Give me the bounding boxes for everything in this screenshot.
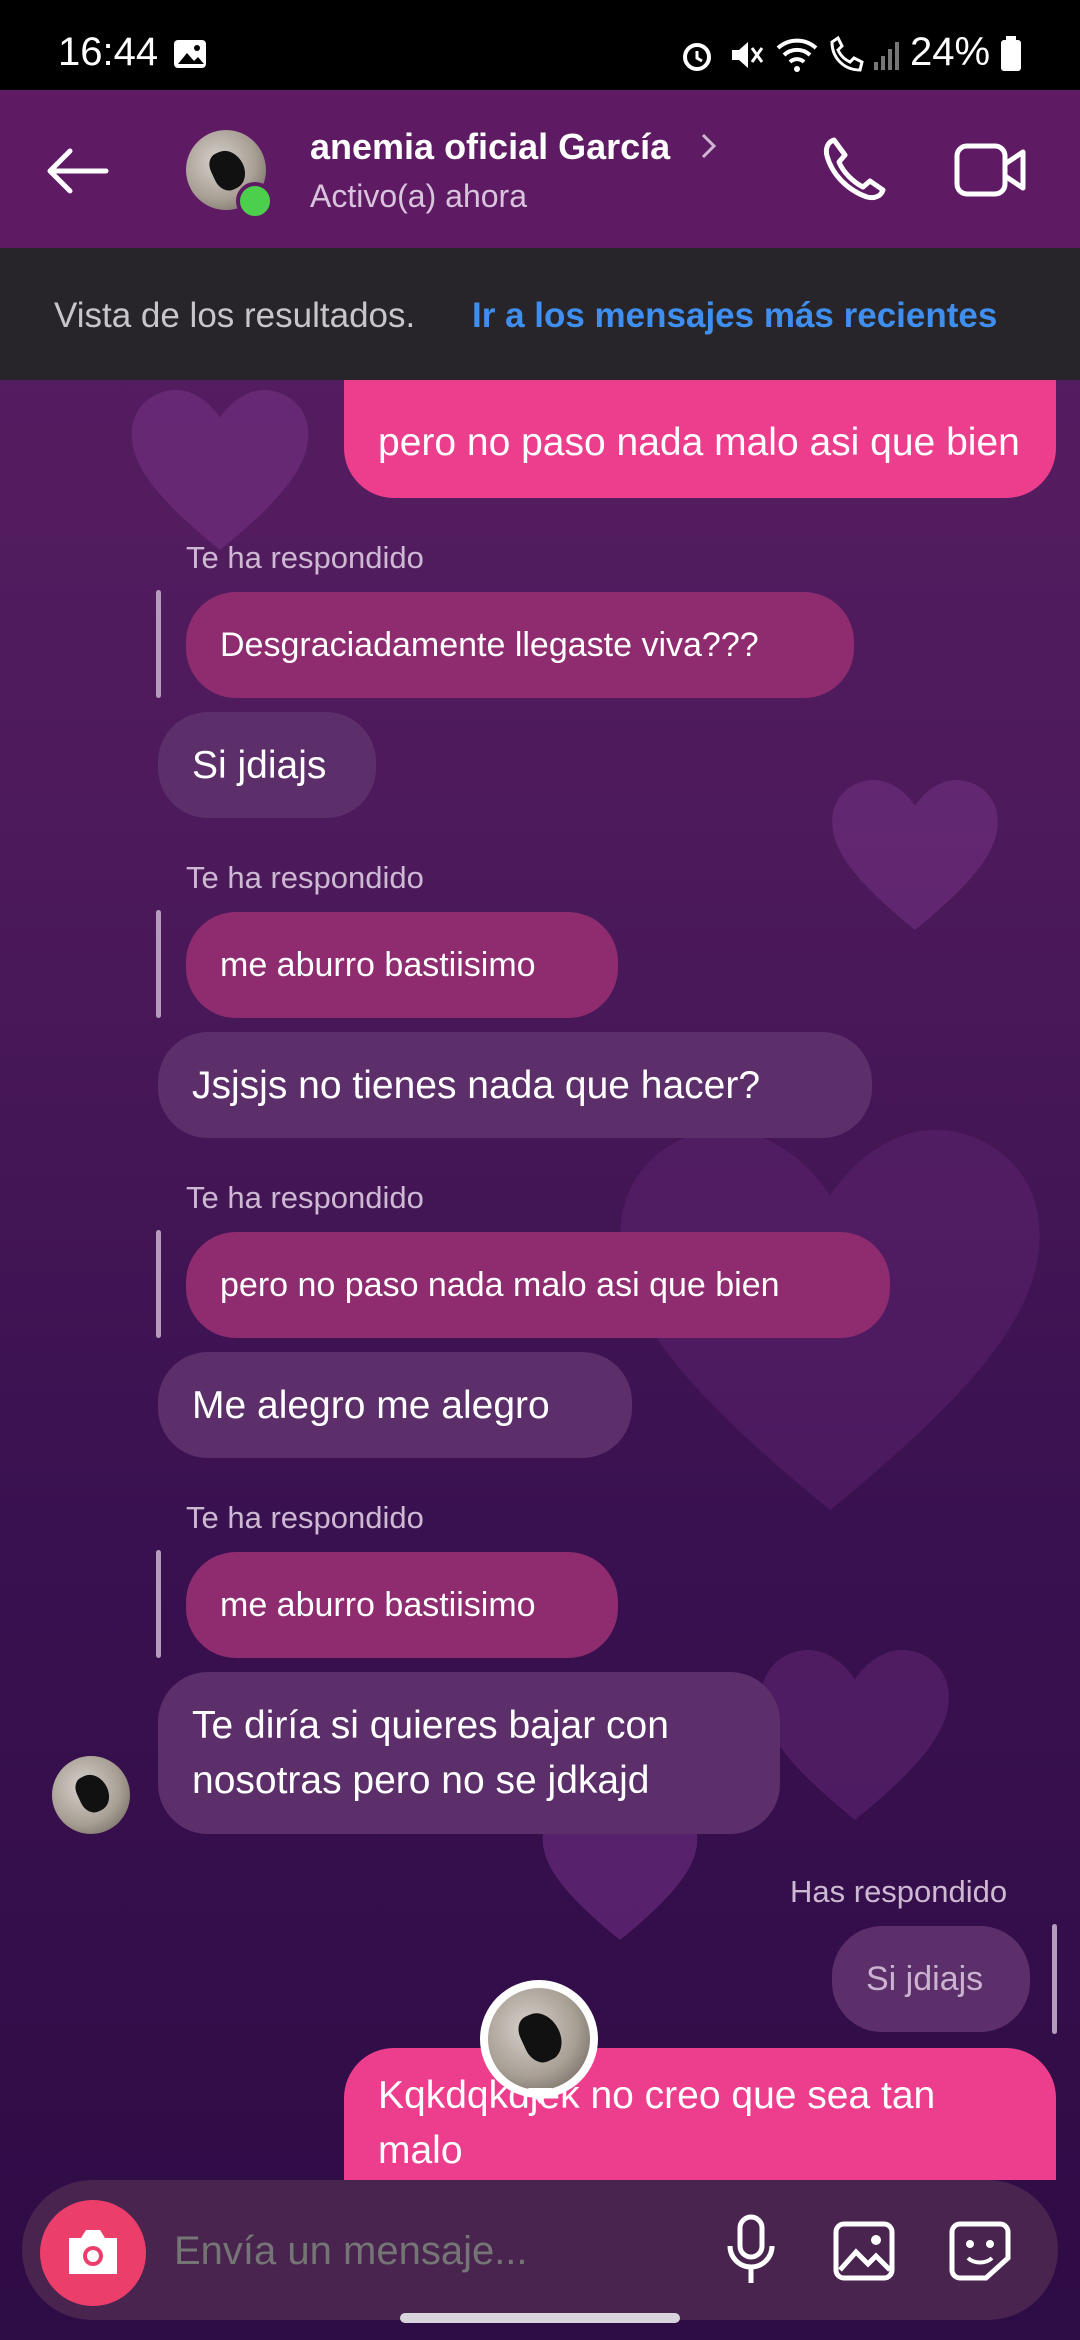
sender-avatar[interactable]: [52, 1756, 130, 1834]
status-bar: 16:44 24%: [0, 0, 1080, 90]
reply-bar: [156, 1230, 161, 1338]
message-bubble-theirs[interactable]: Jsjsjs no tienes nada que hacer?: [158, 1032, 872, 1138]
quoted-message[interactable]: me aburro bastiisimo: [186, 912, 618, 1018]
wifi-icon: [776, 38, 818, 72]
gallery-notification-icon: [174, 40, 206, 68]
reply-bar: [156, 590, 161, 698]
video-icon[interactable]: [954, 140, 1028, 200]
message-input[interactable]: [172, 2212, 676, 2290]
message-bubble-theirs[interactable]: Si jdiajs: [158, 712, 376, 818]
message-text: Te diría si quieres bajar con nosotras p…: [192, 1704, 669, 1802]
camera-button[interactable]: [40, 2200, 146, 2306]
message-text: Jsjsjs no tienes nada que hacer?: [192, 1063, 761, 1107]
quoted-text: Desgraciadamente llegaste viva???: [220, 625, 759, 664]
message-bubble-theirs[interactable]: Te diría si quieres bajar con nosotras p…: [158, 1672, 780, 1834]
heart-decoration: [761, 1650, 949, 1820]
chevron-right-icon[interactable]: [700, 132, 718, 160]
battery-icon: [1001, 36, 1021, 71]
contact-name[interactable]: anemia oficial García: [310, 126, 670, 168]
message-text: pero no paso nada malo asi que bien: [378, 421, 1020, 464]
wifi-call-icon: [830, 36, 864, 72]
contact-status: Activo(a) ahora: [310, 178, 527, 214]
reply-label: Te ha respondido: [186, 1180, 424, 1215]
banner-text: Vista de los resultados.: [54, 296, 416, 335]
reply-bar: [156, 910, 161, 1018]
sticker-icon[interactable]: [948, 2220, 1012, 2282]
message-bubble-theirs[interactable]: Me alegro me alegro: [158, 1352, 632, 1458]
online-indicator: [236, 182, 274, 220]
reply-bar: [156, 1550, 161, 1658]
heart-decoration: [131, 390, 309, 550]
message-composer: [22, 2180, 1058, 2320]
message-text: Me alegro me alegro: [192, 1383, 550, 1427]
message-text: Si jdiajs: [192, 743, 327, 787]
signal-icon: [874, 42, 899, 70]
back-arrow-icon[interactable]: [42, 146, 112, 196]
mute-icon: [732, 42, 764, 68]
quoted-text: Si jdiajs: [866, 1959, 984, 1998]
seen-avatar-tail: [528, 2088, 552, 2104]
reply-label: Te ha respondido: [186, 1500, 424, 1535]
quoted-text: pero no paso nada malo asi que bien: [220, 1265, 780, 1304]
quoted-text: me aburro bastiisimo: [220, 945, 536, 984]
jump-to-recent-link[interactable]: Ir a los mensajes más recientes: [472, 296, 997, 336]
quoted-message[interactable]: Si jdiajs: [832, 1926, 1030, 2032]
heart-decoration: [832, 780, 998, 930]
status-time: 16:44: [58, 30, 159, 74]
camera-icon: [69, 2230, 117, 2274]
message-bubble-mine[interactable]: Kqkdqkdjek no creo que sea tan malo: [344, 2048, 1056, 2180]
phone-icon[interactable]: [820, 134, 890, 204]
microphone-icon[interactable]: [724, 2214, 778, 2288]
chat-header: anemia oficial García Activo(a) ahora: [0, 90, 1080, 248]
seen-avatar: [488, 1988, 590, 2090]
quoted-message[interactable]: pero no paso nada malo asi que bien: [186, 1232, 890, 1338]
reply-bar: [1052, 1924, 1057, 2034]
quoted-message[interactable]: me aburro bastiisimo: [186, 1552, 618, 1658]
battery-percent: 24%: [910, 30, 991, 74]
quoted-text: me aburro bastiisimo: [220, 1585, 536, 1624]
alarm-icon: [683, 43, 711, 71]
message-text: Kqkdqkdjek no creo que sea tan malo: [378, 2074, 936, 2172]
reply-label: Has respondido: [790, 1874, 1008, 1909]
banner-overlay: Vista de los resultados. Ir a los mensaj…: [0, 248, 1080, 380]
reply-label: Te ha respondido: [186, 540, 424, 575]
gallery-icon[interactable]: [832, 2220, 896, 2282]
home-indicator[interactable]: [400, 2313, 680, 2323]
quoted-message[interactable]: Desgraciadamente llegaste viva???: [186, 592, 854, 698]
reply-label: Te ha respondido: [186, 860, 424, 895]
